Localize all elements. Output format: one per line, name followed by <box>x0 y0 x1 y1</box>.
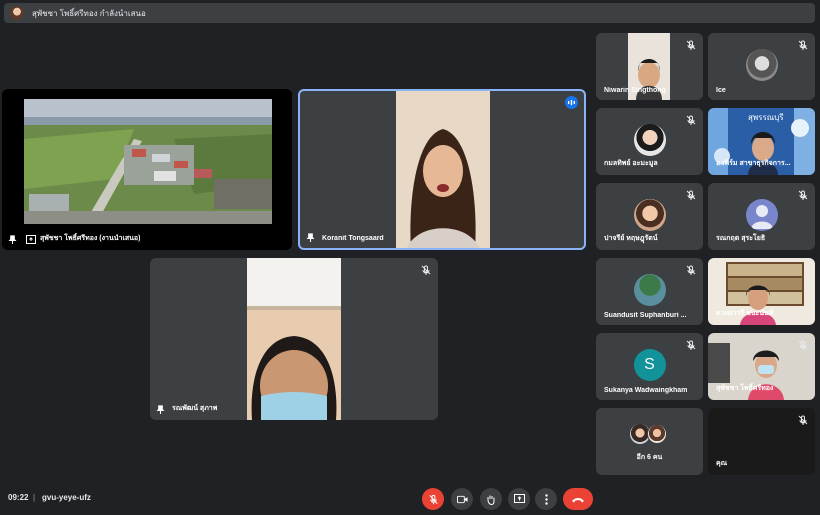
meeting-code[interactable]: gvu-yeye-ufz <box>42 493 91 502</box>
self-name: คุณ <box>716 460 728 467</box>
mic-off-icon <box>686 115 696 125</box>
hand-icon <box>487 495 495 505</box>
avatar-initial: S <box>644 356 655 374</box>
pin-icon[interactable] <box>8 235 17 244</box>
participant-tile[interactable]: Niwarin Singthong <box>596 33 703 100</box>
mic-off-icon <box>798 40 808 50</box>
mic-off-icon <box>798 340 808 350</box>
participant-tile[interactable]: ดวงดาวรี ชนะนันท์ <box>708 258 815 325</box>
participant-tile[interactable]: รณกฤต สุระโยธิ <box>708 183 815 250</box>
mic-off-icon <box>798 415 808 425</box>
participant-name: Suandusit Suphanburi ... <box>604 312 687 319</box>
participant-avatar <box>633 199 666 232</box>
participant-video <box>247 258 341 420</box>
participant-tile[interactable]: สุพัชชา โพธิ์ศรีทอง <box>708 333 815 400</box>
participant-tile[interactable]: Suandusit Suphanburi ... <box>596 258 703 325</box>
speaker-name: Koranit Tongsaard <box>322 235 384 242</box>
participant-name: รณกฤต สุระโยธิ <box>716 235 766 242</box>
participant-avatar <box>633 274 666 307</box>
speaker-video <box>396 91 490 248</box>
svg-text:สุพรรณบุรี: สุพรรณบุรี <box>748 113 784 122</box>
hang-up-icon <box>572 497 584 502</box>
mic-off-icon <box>686 190 696 200</box>
presentation-tile[interactable]: สุพัชชา โพธิ์ศรีทอง (งานนำเสนอ) <box>2 89 292 250</box>
participant-tile[interactable]: ปาจรีย์ หฤษฎุรัตน์ <box>596 183 703 250</box>
present-screen-icon <box>26 235 36 244</box>
leave-call-button[interactable] <box>563 488 593 510</box>
participant-name: สุพัชชา โพธิ์ศรีทอง <box>716 385 774 392</box>
camera-icon <box>456 495 468 503</box>
participant-tile[interactable]: สุพรรณบุรี อ.เพิร์ม สาขาธุรกิจการ... <box>708 108 815 175</box>
pin-icon[interactable] <box>156 405 165 414</box>
meeting-time: 09:22 <box>8 493 29 502</box>
presenting-banner: สุพัชชา โพธิ์ศรีทอง กำลังนำเสนอ <box>4 3 815 23</box>
mic-off-icon <box>798 190 808 200</box>
speaking-indicator-icon <box>565 96 578 109</box>
person-icon <box>750 205 773 230</box>
participant-tile[interactable]: S Sukanya Wadwaingkham <box>596 333 703 400</box>
participant-avatar: S <box>633 349 666 382</box>
participant-name: รณพัฒน์ สุภาพ <box>172 405 218 412</box>
mic-off-icon <box>686 340 696 350</box>
mic-off-icon <box>428 494 438 504</box>
participant-tile[interactable]: กมลทิพย์ อะมะมูล <box>596 108 703 175</box>
presenter-avatar <box>10 6 24 20</box>
more-vert-icon <box>544 493 548 505</box>
participant-name: Niwarin Singthong <box>604 87 666 94</box>
mic-toggle-button[interactable] <box>422 488 444 510</box>
participant-avatar <box>745 199 778 232</box>
more-participants-tile[interactable]: อีก 6 คน <box>596 408 703 475</box>
participant-name: Ice <box>716 87 726 94</box>
participant-name: อ.เพิร์ม สาขาธุรกิจการ... <box>716 160 791 167</box>
participant-name: ปาจรีย์ หฤษฎุรัตน์ <box>604 235 658 242</box>
more-options-button[interactable] <box>535 488 557 510</box>
present-button[interactable] <box>508 488 530 510</box>
more-participants-label: อีก 6 คน <box>636 454 663 461</box>
stacked-avatars <box>630 424 670 444</box>
participant-name: กมลทิพย์ อะมะมูล <box>604 160 658 167</box>
present-screen-icon <box>513 494 525 503</box>
participant-tile[interactable]: Ice <box>708 33 815 100</box>
participant-tile-large[interactable]: รณพัฒน์ สุภาพ <box>150 258 438 420</box>
participant-avatar <box>745 49 778 82</box>
presenting-text: สุพัชชา โพธิ์ศรีทอง กำลังนำเสนอ <box>32 8 146 18</box>
camera-toggle-button[interactable] <box>451 488 473 510</box>
separator: | <box>33 493 36 502</box>
self-tile[interactable]: คุณ <box>708 408 815 475</box>
aerial-view-image <box>24 99 272 224</box>
pin-icon[interactable] <box>306 233 315 242</box>
presentation-name: สุพัชชา โพธิ์ศรีทอง (งานนำเสนอ) <box>40 235 141 242</box>
mic-off-icon <box>686 40 696 50</box>
raise-hand-button[interactable] <box>480 488 502 510</box>
mic-off-icon <box>686 265 696 275</box>
participant-name: Sukanya Wadwaingkham <box>604 387 688 394</box>
participant-avatar <box>633 124 666 157</box>
mic-off-icon <box>421 265 431 275</box>
speaker-tile[interactable]: Koranit Tongsaard <box>298 89 586 250</box>
participant-name: ดวงดาวรี ชนะนันท์ <box>716 310 774 317</box>
